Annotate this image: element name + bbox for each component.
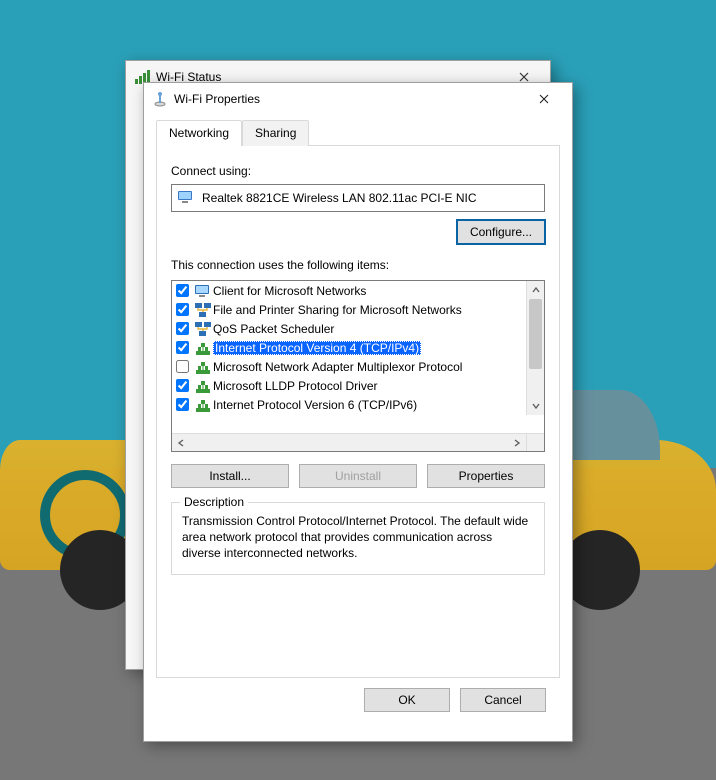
item-label: Microsoft LLDP Protocol Driver (213, 379, 378, 393)
components-listbox[interactable]: Client for Microsoft Networks File and Pr… (171, 280, 545, 452)
properties-button[interactable]: Properties (427, 464, 545, 488)
chevron-left-icon (177, 439, 185, 447)
list-item[interactable]: Microsoft Network Adapter Multiplexor Pr… (172, 357, 526, 376)
connect-using-label: Connect using: (171, 164, 545, 178)
nic-icon (178, 191, 194, 206)
item-label: Internet Protocol Version 4 (TCP/IPv4) (213, 341, 421, 355)
list-item[interactable]: Client for Microsoft Networks (172, 281, 526, 300)
item-label: QoS Packet Scheduler (213, 322, 334, 336)
protocol-icon (195, 397, 211, 413)
list-item[interactable]: QoS Packet Scheduler (172, 319, 526, 338)
tab-strip: Networking Sharing (156, 119, 560, 146)
tab-body: Connect using: Realtek 8821CE Wireless L… (156, 146, 560, 678)
adapter-name: Realtek 8821CE Wireless LAN 802.11ac PCI… (202, 191, 477, 205)
scroll-thumb[interactable] (529, 299, 542, 369)
service-icon (195, 302, 211, 318)
item-label: Client for Microsoft Networks (213, 284, 366, 298)
configure-button-label: Configure... (470, 225, 532, 239)
horizontal-scrollbar[interactable] (172, 433, 544, 451)
list-item[interactable]: File and Printer Sharing for Microsoft N… (172, 300, 526, 319)
protocol-icon (195, 359, 211, 375)
adapter-icon (152, 91, 168, 107)
item-label: Microsoft Network Adapter Multiplexor Pr… (213, 360, 462, 374)
cancel-button[interactable]: Cancel (460, 688, 546, 712)
ok-button[interactable]: OK (364, 688, 450, 712)
item-label: Internet Protocol Version 6 (TCP/IPv6) (213, 398, 417, 412)
chevron-down-icon (532, 402, 540, 410)
item-checkbox[interactable] (176, 303, 189, 316)
scroll-up-arrow[interactable] (527, 281, 544, 299)
description-group: Description Transmission Control Protoco… (171, 502, 545, 575)
chevron-right-icon (513, 439, 521, 447)
ok-button-label: OK (398, 693, 415, 707)
service-icon (195, 321, 211, 337)
dialog-title: Wi-Fi Properties (174, 92, 524, 106)
close-icon (539, 94, 549, 104)
tab-networking[interactable]: Networking (156, 120, 242, 146)
install-button-label: Install... (209, 469, 250, 483)
chevron-up-icon (532, 286, 540, 294)
scroll-corner (526, 434, 544, 451)
scroll-down-arrow[interactable] (527, 397, 544, 415)
scroll-left-arrow[interactable] (172, 434, 190, 451)
item-label: File and Printer Sharing for Microsoft N… (213, 303, 462, 317)
item-checkbox[interactable] (176, 379, 189, 392)
tab-networking-label: Networking (169, 126, 229, 140)
wifi-properties-dialog: Wi-Fi Properties Networking Sharing Conn… (143, 82, 573, 742)
install-button[interactable]: Install... (171, 464, 289, 488)
uninstall-button: Uninstall (299, 464, 417, 488)
protocol-icon (195, 340, 211, 356)
properties-button-label: Properties (459, 469, 514, 483)
protocol-icon (195, 378, 211, 394)
scroll-right-arrow[interactable] (508, 434, 526, 451)
item-checkbox[interactable] (176, 398, 189, 411)
item-checkbox[interactable] (176, 341, 189, 354)
item-checkbox[interactable] (176, 322, 189, 335)
description-legend: Description (180, 495, 248, 509)
cancel-button-label: Cancel (484, 693, 521, 707)
list-item[interactable]: Internet Protocol Version 6 (TCP/IPv6) (172, 395, 526, 414)
vertical-scrollbar[interactable] (526, 281, 544, 415)
item-checkbox[interactable] (176, 284, 189, 297)
items-label: This connection uses the following items… (171, 258, 545, 272)
description-text: Transmission Control Protocol/Internet P… (182, 513, 534, 562)
tab-sharing[interactable]: Sharing (242, 120, 309, 146)
close-button[interactable] (524, 85, 564, 113)
uninstall-button-label: Uninstall (335, 469, 381, 483)
list-item[interactable]: Internet Protocol Version 4 (TCP/IPv4) (172, 338, 526, 357)
configure-button[interactable]: Configure... (457, 220, 545, 244)
titlebar[interactable]: Wi-Fi Properties (144, 83, 572, 115)
tab-sharing-label: Sharing (255, 126, 296, 140)
adapter-field[interactable]: Realtek 8821CE Wireless LAN 802.11ac PCI… (171, 184, 545, 212)
list-item[interactable]: Microsoft LLDP Protocol Driver (172, 376, 526, 395)
client-icon (195, 283, 211, 299)
item-checkbox[interactable] (176, 360, 189, 373)
